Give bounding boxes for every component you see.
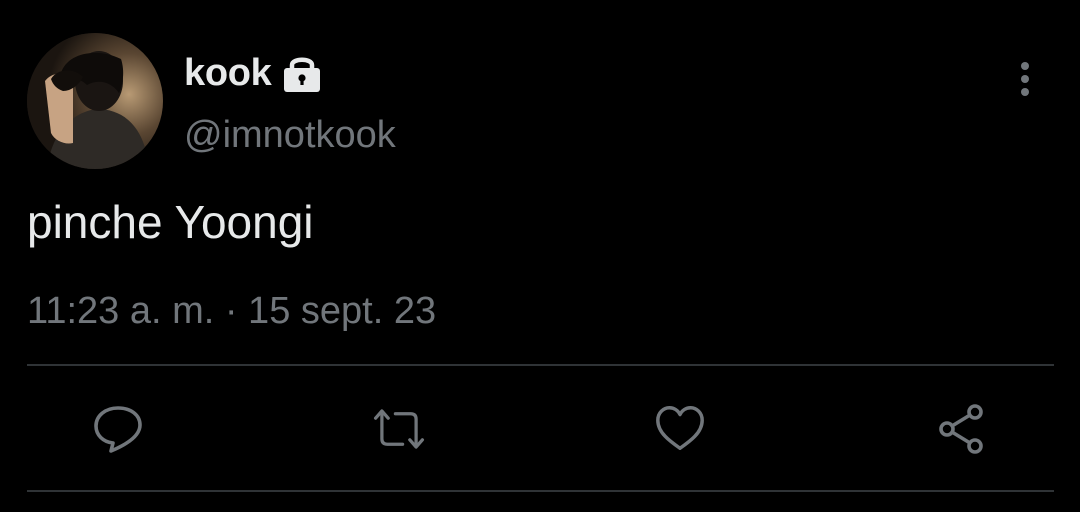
reply-icon bbox=[94, 406, 142, 453]
avatar[interactable] bbox=[27, 33, 163, 169]
share-button[interactable] bbox=[935, 402, 989, 456]
tweet: kook @imnotkook pinche Yoongi 11:23 a. m… bbox=[0, 0, 1080, 512]
more-options-button[interactable] bbox=[1004, 58, 1046, 100]
share-icon bbox=[939, 404, 983, 454]
display-name-row: kook bbox=[184, 50, 322, 96]
lock-icon bbox=[282, 54, 322, 92]
tweet-text: pinche Yoongi bbox=[27, 196, 314, 248]
like-button[interactable] bbox=[653, 402, 707, 456]
avatar-image bbox=[27, 33, 163, 169]
retweet-icon bbox=[373, 409, 425, 449]
divider bbox=[27, 364, 1054, 366]
timestamp[interactable]: 11:23 a. m. · 15 sept. 23 bbox=[27, 290, 436, 333]
retweet-button[interactable] bbox=[372, 402, 426, 456]
more-vertical-icon bbox=[1021, 62, 1029, 96]
reply-button[interactable] bbox=[91, 402, 145, 456]
divider bbox=[27, 490, 1054, 492]
user-handle[interactable]: @imnotkook bbox=[184, 114, 396, 157]
display-name[interactable]: kook bbox=[184, 52, 272, 95]
heart-icon bbox=[656, 406, 704, 451]
